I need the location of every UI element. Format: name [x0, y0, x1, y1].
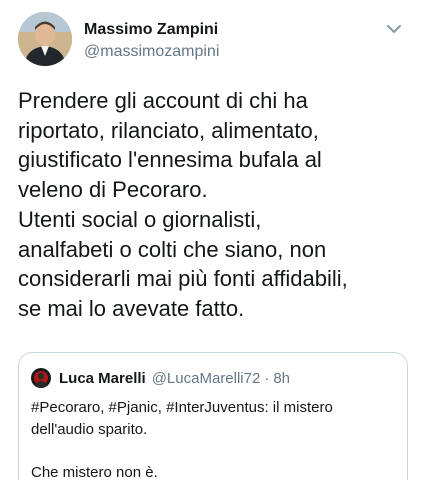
quoted-author-handle: @LucaMarelli72 — [151, 369, 261, 387]
tweet-text: Prendere gli account di chi ha riportato… — [18, 88, 348, 321]
quoted-author-avatar — [31, 368, 51, 388]
quoted-author-display-name: Luca Marelli — [59, 369, 146, 387]
avatar-photo-icon — [31, 368, 51, 388]
tweet: Massimo Zampini @massimozampini Prendere… — [0, 0, 424, 480]
quoted-tweet-text: #Pecoraro, #Pjanic, #InterJuventus: il m… — [31, 399, 333, 480]
chevron-down-icon[interactable] — [384, 22, 404, 36]
author-display-name[interactable]: Massimo Zampini — [84, 20, 219, 40]
quoted-tweet[interactable]: Luca Marelli @LucaMarelli72 · 8h #Pecora… — [18, 352, 408, 480]
tweet-header: Massimo Zampini @massimozampini — [18, 12, 410, 74]
author-handle[interactable]: @massimozampini — [84, 42, 219, 62]
author-avatar[interactable] — [18, 12, 72, 66]
author-names: Massimo Zampini @massimozampini — [84, 20, 219, 62]
quoted-tweet-header: Luca Marelli @LucaMarelli72 · 8h — [31, 367, 290, 389]
quoted-timestamp: 8h — [273, 369, 291, 387]
separator-dot: · — [264, 369, 270, 387]
avatar-photo-icon — [18, 12, 72, 66]
